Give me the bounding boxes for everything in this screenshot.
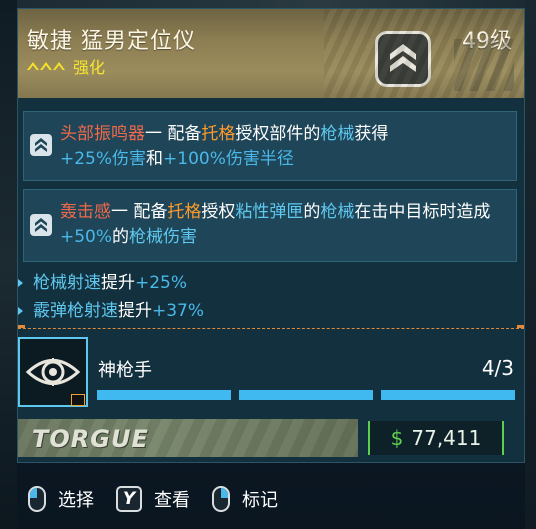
rarity-row: 强化 xyxy=(27,54,105,78)
skill-bar xyxy=(239,390,373,400)
rarity-label: 强化 xyxy=(73,58,106,77)
rarity-chevrons-icon xyxy=(27,62,65,70)
divider-markers xyxy=(18,325,524,331)
header-decoration xyxy=(454,39,514,91)
perk-text: 的 xyxy=(112,227,130,247)
perk-text: 一 配备 xyxy=(145,124,202,144)
perk-box-2: 轰击感一 配备托格授权粘性弹匣的枪械在击中目标时造成+50%的枪械伤害 xyxy=(23,189,517,262)
select-action[interactable]: 选择 xyxy=(28,486,94,512)
action-label: 选择 xyxy=(58,490,94,511)
mark-action[interactable]: 标记 xyxy=(212,486,278,512)
stat-value: +37% xyxy=(152,301,205,321)
keyword: 枪械伤害 xyxy=(129,227,198,247)
perk-text: 授权 xyxy=(201,202,236,222)
bullet-icon xyxy=(18,279,23,287)
y-key-icon: Y xyxy=(116,486,142,512)
item-header: 敏捷 猛男定位仪 49级 强化 xyxy=(18,9,524,98)
perk-text: 的 xyxy=(303,202,321,222)
perk-box-1: 头部振鸣器一 配备托格授权部件的枪械获得 +25%伤害和+100%伤害半径 xyxy=(23,111,517,181)
mouse-left-icon xyxy=(28,486,46,512)
inspect-action[interactable]: Y 查看 xyxy=(116,486,190,512)
class-mod-icon xyxy=(375,31,431,87)
perk-text: 和 xyxy=(146,149,164,169)
stat-verb: 提升 xyxy=(101,273,135,293)
stat-value: +100%伤害半径 xyxy=(163,149,294,169)
item-name: 敏捷 猛男定位仪 xyxy=(27,29,196,54)
stat-value: +25% xyxy=(135,273,188,293)
perk-text: 一 配备 xyxy=(111,202,168,222)
price-box: $ 77,411 xyxy=(368,421,504,455)
price-value: 77,411 xyxy=(411,426,482,450)
perk-text: 在击中目标时造成 xyxy=(354,202,491,222)
chevron-badge-icon xyxy=(30,134,52,156)
item-card[interactable]: 敏捷 猛男定位仪 49级 强化 头部振鸣器一 配备托格授权部件的枪械获得 +25%… xyxy=(17,8,525,463)
action-bar: 选择 Y 查看 标记 xyxy=(28,484,300,514)
skill-points: 4/3 xyxy=(481,356,514,380)
skill-name: 神枪手 xyxy=(98,360,152,381)
stat-name: 霰弹枪射速 xyxy=(33,301,118,321)
skill-progress-bars xyxy=(97,390,515,400)
manufacturer-name: 托格 xyxy=(201,124,236,144)
skill-bar xyxy=(97,390,231,400)
stat-value: +25%伤害 xyxy=(60,149,147,169)
perk-text: 获得 xyxy=(354,124,389,144)
stat-verb: 提升 xyxy=(118,301,152,321)
keyword: 枪械 xyxy=(320,202,355,222)
stat-row-shotgun-fire-rate: 霰弹枪射速提升+37% xyxy=(18,296,204,321)
stat-value: +50% xyxy=(60,227,113,247)
stat-name: 枪械射速 xyxy=(33,273,101,293)
left-edge xyxy=(0,0,17,529)
manufacturer-logo: TORGUE xyxy=(32,425,149,453)
right-edge xyxy=(525,0,536,529)
keyword: 枪械 xyxy=(320,124,355,144)
action-label: 查看 xyxy=(154,490,190,511)
top-strip xyxy=(0,0,536,8)
manufacturer-name: 托格 xyxy=(167,202,202,222)
stat-row-fire-rate: 枪械射速提升+25% xyxy=(18,268,187,293)
keyword: 粘性弹匣 xyxy=(235,202,304,222)
bullet-icon xyxy=(18,307,23,315)
skill-bar xyxy=(381,390,515,400)
action-label: 标记 xyxy=(242,490,278,511)
mouse-right-icon xyxy=(212,486,230,512)
perk-name: 头部振鸣器 xyxy=(60,124,145,144)
perk-name: 轰击感 xyxy=(60,202,111,222)
lock-icon xyxy=(71,394,85,406)
perk-description-1: 头部振鸣器一 配备托格授权部件的枪械获得 +25%伤害和+100%伤害半径 xyxy=(60,122,500,172)
perk-description-2: 轰击感一 配备托格授权粘性弹匣的枪械在击中目标时造成+50%的枪械伤害 xyxy=(60,200,500,250)
perk-text: 授权部件的 xyxy=(235,124,321,144)
currency-icon: $ xyxy=(390,426,404,450)
manufacturer-banner: TORGUE xyxy=(18,419,358,457)
chevron-badge-icon xyxy=(30,214,52,236)
item-level: 49级 xyxy=(462,29,512,54)
